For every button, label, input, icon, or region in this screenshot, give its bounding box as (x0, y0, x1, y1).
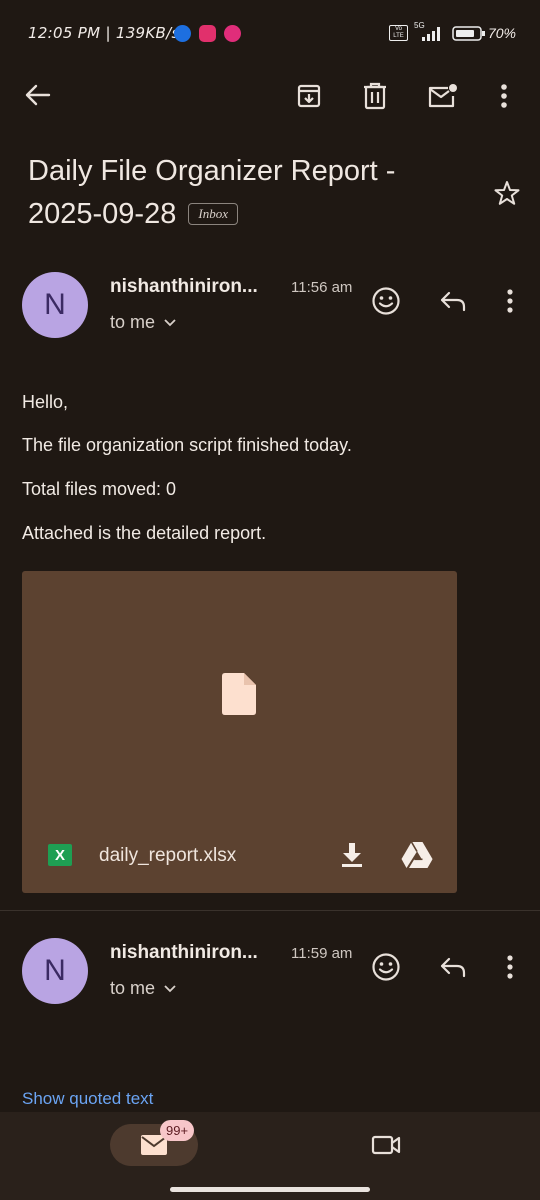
more-vert-icon (501, 84, 507, 108)
star-icon (494, 181, 520, 205)
google-drive-icon (401, 841, 433, 868)
inbox-label-badge[interactable]: Inbox (188, 203, 239, 225)
body-line: The file organization script finished to… (22, 435, 352, 455)
message-time: 11:59 am (291, 945, 353, 962)
reply-icon (440, 957, 466, 978)
body-line: Hello, (22, 392, 69, 412)
archive-button[interactable] (291, 78, 327, 114)
save-to-drive-button[interactable] (396, 837, 438, 873)
mark-unread-icon (428, 84, 457, 108)
unread-count-badge: 99+ (160, 1120, 195, 1141)
add-reaction-button[interactable] (368, 949, 404, 985)
recipient-text: to me (110, 312, 156, 332)
instagram-app-icon (199, 25, 216, 42)
message-time: 11:56 am (291, 279, 353, 296)
message-divider (0, 910, 540, 911)
body-line: Total files moved: 0 (22, 479, 177, 499)
more-vert-icon (507, 289, 513, 313)
star-button[interactable] (490, 176, 524, 210)
download-icon (342, 843, 362, 867)
more-vert-icon (507, 955, 513, 979)
recipient-text: to me (110, 978, 156, 998)
battery-icon (452, 26, 485, 41)
back-button[interactable] (20, 78, 56, 112)
battery-level: 70% (487, 25, 516, 41)
email-subject: Daily File Organizer Report - 2025-09-28… (28, 150, 448, 236)
sender-avatar[interactable]: N (22, 272, 88, 338)
chevron-down-icon (164, 984, 176, 992)
show-quoted-text-link[interactable]: Show quoted text (22, 1089, 153, 1109)
message-more-button[interactable] (498, 949, 522, 985)
delete-button[interactable] (357, 78, 393, 114)
file-preview-icon (222, 673, 256, 715)
video-camera-icon (371, 1135, 401, 1155)
signal-icon (422, 27, 440, 41)
recipient-details-toggle[interactable]: to me (110, 978, 177, 999)
mark-unread-button[interactable] (423, 78, 461, 114)
attachment-card[interactable]: X daily_report.xlsx (22, 571, 457, 893)
nav-meet-tab[interactable] (366, 1128, 406, 1162)
more-options-button[interactable] (490, 78, 518, 114)
attachment-file-name: daily_report.xlsx (99, 845, 237, 866)
volte-icon: Vo LTE (389, 25, 408, 41)
reply-button[interactable] (435, 949, 471, 985)
add-reaction-button[interactable] (368, 283, 404, 319)
reply-icon (440, 291, 466, 312)
sender-name[interactable]: nishanthiniron... (110, 276, 258, 298)
delete-icon (364, 82, 386, 110)
chevron-down-icon (164, 318, 176, 326)
reply-button[interactable] (435, 283, 471, 319)
body-line: Attached is the detailed report. (22, 523, 267, 543)
messenger-app-icon (174, 25, 191, 42)
status-time: 12:05 PM | 139KB/s (28, 24, 180, 42)
emoji-icon (372, 287, 400, 315)
app-notification-icon (224, 25, 241, 42)
back-arrow-icon (25, 84, 51, 106)
emoji-icon (372, 953, 400, 981)
download-attachment-button[interactable] (334, 837, 370, 873)
home-indicator[interactable] (170, 1187, 370, 1192)
recipient-details-toggle[interactable]: to me (110, 312, 177, 333)
sender-avatar[interactable]: N (22, 938, 88, 1004)
excel-file-icon: X (48, 844, 72, 866)
archive-icon (297, 84, 321, 108)
message-more-button[interactable] (498, 283, 522, 319)
sender-name[interactable]: nishanthiniron... (110, 942, 258, 964)
